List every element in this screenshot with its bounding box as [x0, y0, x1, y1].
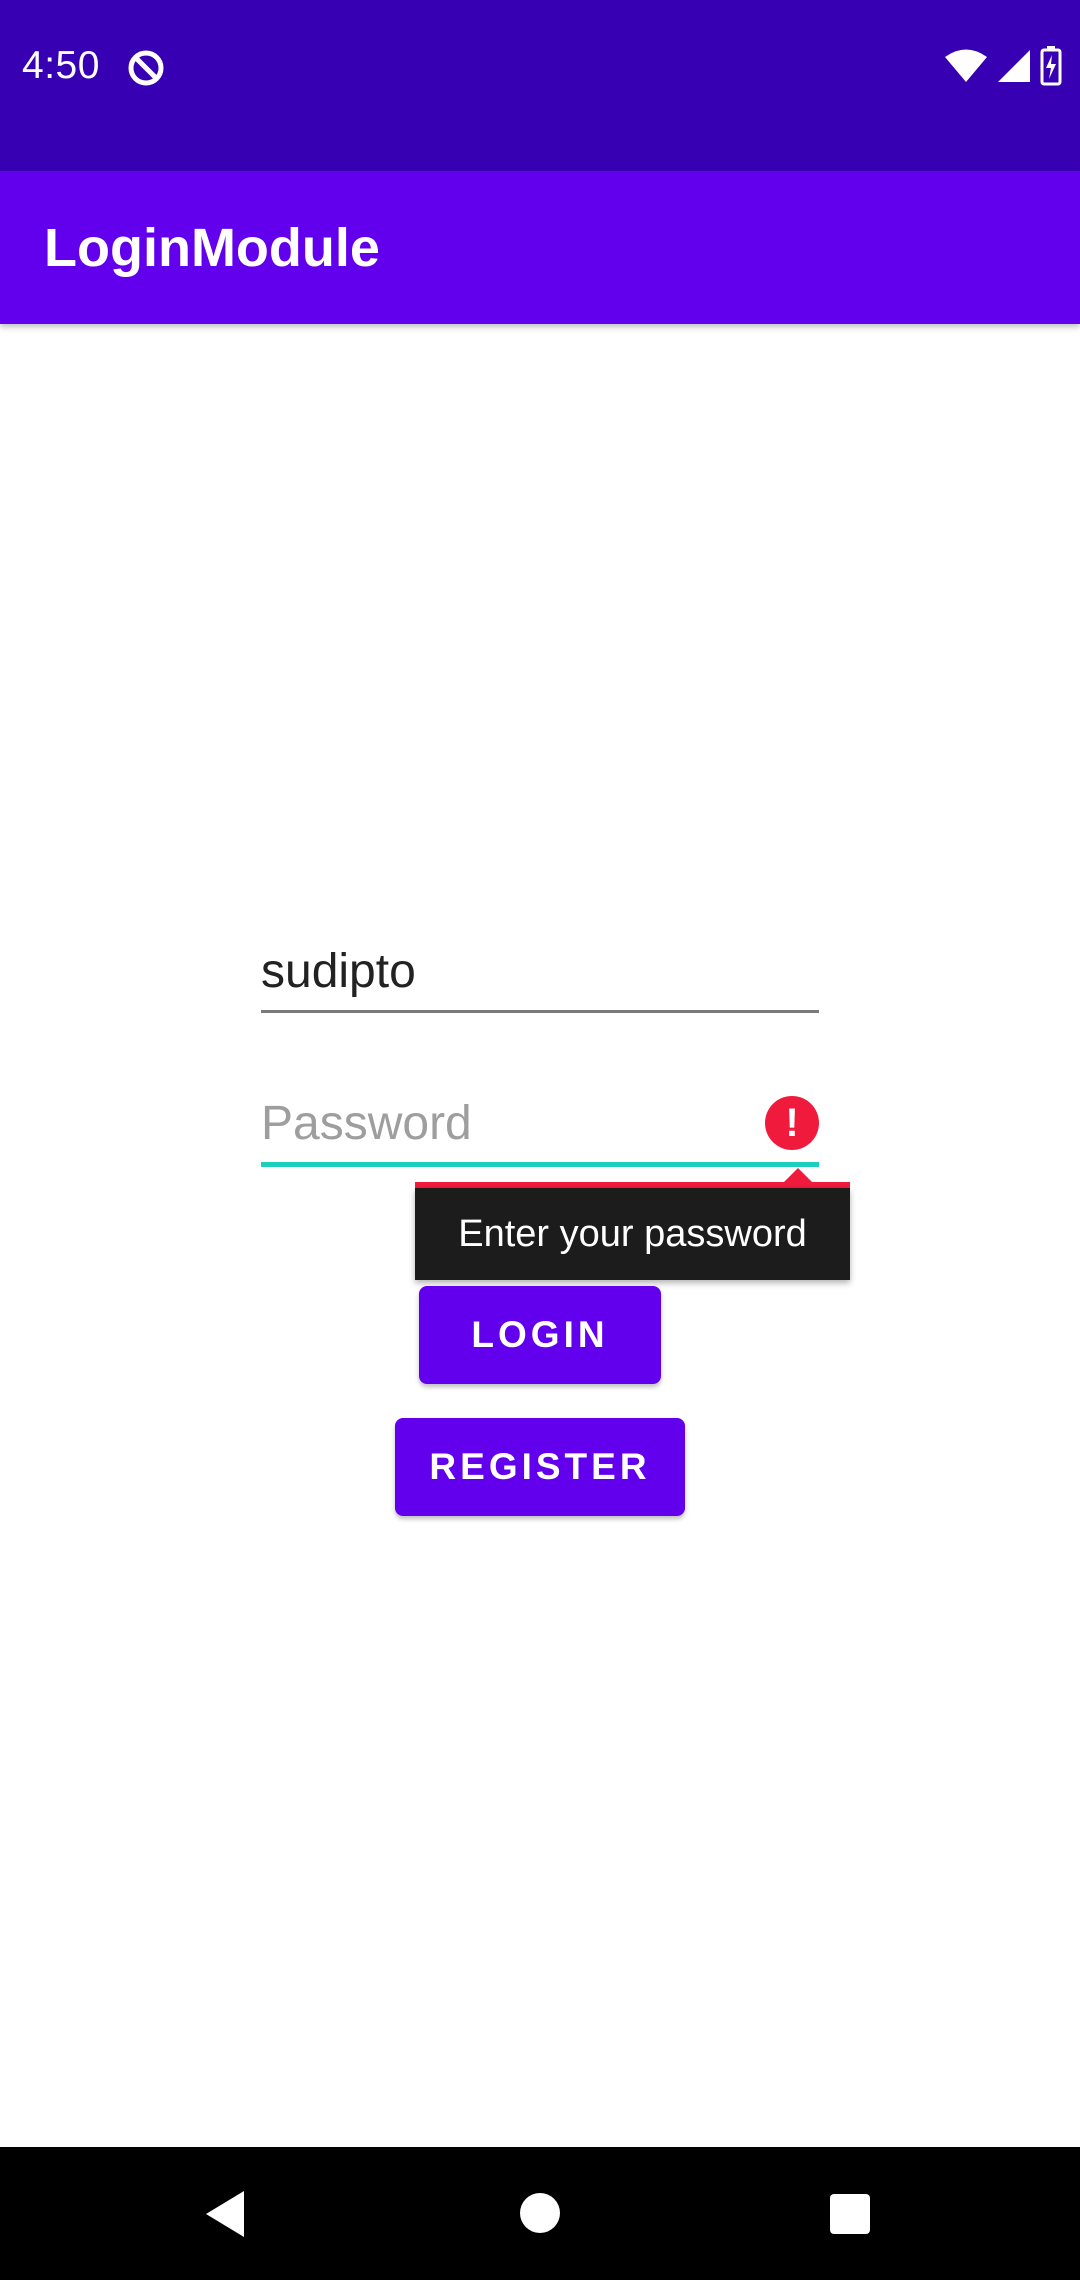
recents-icon[interactable]: [830, 2194, 870, 2234]
home-icon[interactable]: [520, 2193, 560, 2233]
navigation-bar: [0, 2147, 1080, 2280]
password-field-container: !: [261, 1092, 819, 1167]
status-time: 4:50: [22, 44, 100, 87]
error-popup: Enter your password: [415, 1168, 850, 1280]
wifi-icon: [944, 48, 988, 89]
app-title: LoginModule: [44, 217, 380, 278]
username-field-container: [261, 940, 819, 1013]
login-button[interactable]: LOGIN: [419, 1286, 661, 1384]
register-button[interactable]: REGISTER: [395, 1418, 685, 1516]
error-message: Enter your password: [415, 1188, 850, 1280]
password-input[interactable]: [261, 1092, 819, 1162]
back-icon[interactable]: [206, 2191, 244, 2237]
password-underline: [261, 1162, 819, 1167]
data-saver-icon: [126, 48, 166, 88]
app-bar: LoginModule: [0, 171, 1080, 324]
status-icons: [944, 45, 1062, 91]
error-icon: !: [765, 1096, 819, 1150]
login-screen: 4:50 LoginModule sudipto ! Enter your pa…: [0, 0, 1080, 2280]
status-bar: 4:50: [0, 0, 1080, 171]
cell-signal-icon: [996, 48, 1032, 89]
error-popup-arrow: [783, 1168, 813, 1183]
battery-charging-icon: [1040, 45, 1062, 91]
username-underline: [261, 1010, 819, 1013]
username-input[interactable]: [261, 940, 819, 1010]
